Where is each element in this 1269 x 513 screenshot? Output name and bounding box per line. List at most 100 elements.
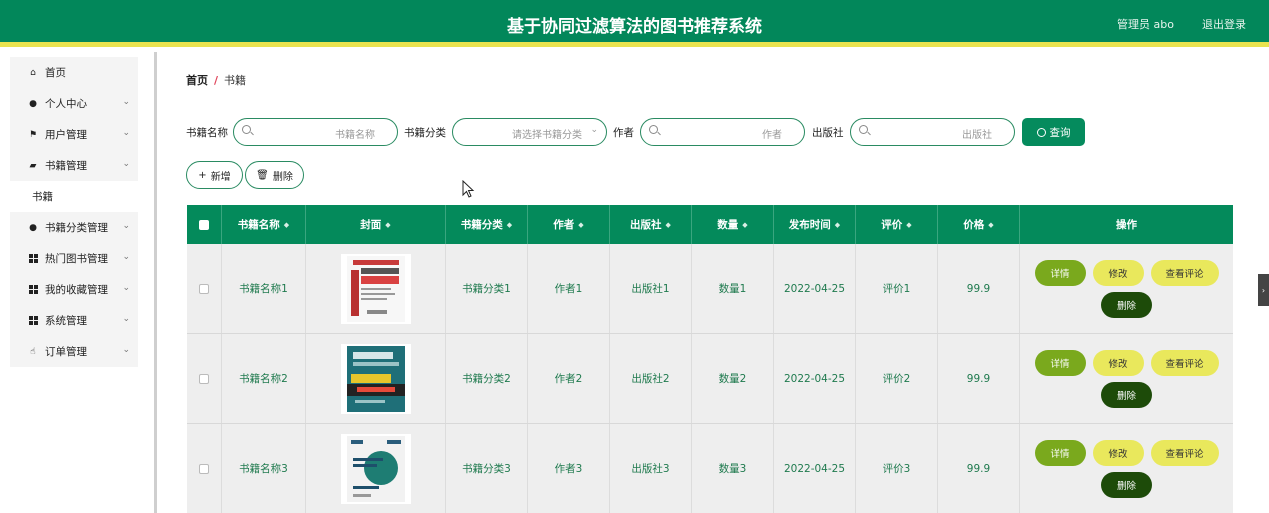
cell-publisher: 出版社1: [610, 244, 692, 333]
sidebar-item-label: 用户管理: [45, 129, 87, 141]
edit-label: 修改: [1108, 448, 1128, 460]
edit-button[interactable]: 修改: [1092, 439, 1144, 466]
cell-name: 书籍名称2: [222, 334, 306, 423]
cell-category: 书籍分类1: [446, 244, 528, 333]
cell-ops: 详情 修改 查看评论 删除: [1020, 424, 1233, 513]
header-price[interactable]: 价格 ◆: [938, 205, 1020, 244]
book-cover-art: [346, 255, 405, 322]
sidebar-subitem-books[interactable]: 书籍: [10, 181, 138, 212]
header-cover[interactable]: 封面 ◆: [306, 205, 446, 244]
cell-publisher: 出版社3: [610, 424, 692, 513]
author-placeholder: 作者: [762, 130, 782, 141]
sidebar-item-label: 书籍管理: [45, 160, 87, 172]
publisher-placeholder: 出版社: [962, 130, 992, 141]
book-cover-image: [340, 433, 411, 504]
sidebar-item-users[interactable]: ⚑ 用户管理 ⌄: [10, 119, 138, 150]
breadcrumb-current: 书籍: [224, 74, 247, 87]
sidebar-item-label: 首页: [45, 67, 66, 79]
book-cover-image: [340, 253, 411, 324]
row-checkbox[interactable]: [199, 373, 209, 384]
table-header: 书籍名称 ◆ 封面 ◆ 书籍分类 ◆ 作者 ◆ 出版社 ◆ 数量 ◆ 发布时间 ◆ 评价 ◆ 价…: [187, 205, 1233, 244]
cell-name: 书籍名称3: [222, 424, 306, 513]
sidebar-item-profile[interactable]: ● 个人中心 ⌄: [10, 88, 138, 119]
sidebar-item-books[interactable]: ▰ 书籍管理 ⌄: [10, 150, 138, 181]
sidebar-item-label: 个人中心: [45, 98, 87, 110]
category-select[interactable]: 请选择书籍分类 ⌄: [452, 118, 607, 146]
name-label: 书籍名称: [186, 127, 228, 139]
cell-date: 2022-04-25: [774, 334, 856, 423]
header-review[interactable]: 评价 ◆: [856, 205, 938, 244]
header-date[interactable]: 发布时间 ◆: [774, 205, 856, 244]
chevron-down-icon: ⌄: [122, 221, 130, 231]
breadcrumb-home[interactable]: 首页: [186, 74, 208, 87]
cell-price: 99.9: [938, 424, 1020, 513]
header-publisher[interactable]: 出版社 ◆: [610, 205, 692, 244]
detail-button[interactable]: 详情: [1034, 439, 1086, 466]
chevron-down-icon: ⌄: [122, 128, 130, 138]
cell-price: 99.9: [938, 244, 1020, 333]
delete-button[interactable]: 删除: [1101, 291, 1152, 318]
header-category[interactable]: 书籍分类 ◆: [446, 205, 528, 244]
trash-icon: 🗑: [256, 169, 269, 181]
view-reviews-button[interactable]: 查看评论: [1150, 349, 1219, 376]
view-reviews-button[interactable]: 查看评论: [1150, 439, 1219, 466]
delete-button[interactable]: 删除: [1101, 381, 1152, 408]
name-placeholder: 书籍名称: [335, 130, 375, 141]
review-label: 查看评论: [1165, 448, 1204, 460]
sidebar-item-home[interactable]: ⌂ 首页: [10, 57, 138, 88]
header-label: 数量: [717, 219, 739, 231]
sidebar-item-favorites[interactable]: 我的收藏管理 ⌄: [10, 274, 138, 305]
edit-button[interactable]: 修改: [1092, 259, 1144, 286]
add-button[interactable]: + 新增: [186, 161, 243, 189]
view-reviews-button[interactable]: 查看评论: [1150, 259, 1219, 286]
detail-button[interactable]: 详情: [1034, 349, 1086, 376]
top-bar: 基于协同过滤算法的图书推荐系统 管理员 abo 退出登录: [0, 0, 1269, 47]
logout-link[interactable]: 退出登录: [1202, 16, 1246, 32]
header-author[interactable]: 作者 ◆: [528, 205, 610, 244]
category-label: 书籍分类: [404, 127, 446, 139]
search-icon: [1036, 127, 1046, 137]
sidebar-item-system[interactable]: 系统管理 ⌄: [10, 305, 138, 336]
row-checkbox[interactable]: [199, 283, 209, 294]
cell-review: 评价3: [856, 424, 938, 513]
name-search-input[interactable]: 书籍名称: [233, 118, 398, 146]
sidebar-item-hot-books[interactable]: 热门图书管理 ⌄: [10, 243, 138, 274]
table-row: 书籍名称2 书籍分类2 作者2 出版社2 数量2 2022-04-25 评价2 …: [187, 334, 1233, 424]
author-search-input[interactable]: 作者: [640, 118, 805, 146]
home-icon: ⌂: [30, 67, 36, 78]
book-cover-art: [346, 435, 405, 502]
person-icon: ●: [29, 222, 37, 233]
breadcrumb: 首页 / 书籍: [186, 72, 246, 88]
publisher-label: 出版社: [812, 127, 844, 139]
sidebar-item-orders[interactable]: ☝ 订单管理 ⌄: [10, 336, 138, 367]
publisher-search-input[interactable]: 出版社: [850, 118, 1015, 146]
select-all-checkbox[interactable]: [199, 219, 209, 230]
delete-button[interactable]: 删除: [1101, 471, 1152, 498]
header-label: 封面: [360, 219, 382, 231]
query-button[interactable]: 查询: [1022, 118, 1085, 146]
header-count[interactable]: 数量 ◆: [692, 205, 774, 244]
cell-count: 数量3: [692, 424, 774, 513]
side-scroll-handle[interactable]: ›: [1258, 274, 1269, 306]
cell-author: 作者2: [528, 334, 610, 423]
search-bar: 书籍名称 书籍名称 书籍分类 请选择书籍分类 ⌄ 作者 作者 出版社 出版社 查…: [186, 118, 1266, 146]
row-select-cell: [187, 334, 222, 423]
header-name[interactable]: 书籍名称 ◆: [222, 205, 306, 244]
row-checkbox[interactable]: [199, 463, 209, 474]
header-label: 评价: [881, 219, 903, 231]
sort-icon: ◆: [988, 220, 994, 229]
grid-icon: [28, 285, 38, 295]
chevron-down-icon: ⌄: [122, 345, 130, 355]
sidebar-item-book-category[interactable]: ● 书籍分类管理 ⌄: [10, 212, 138, 243]
person-icon: ●: [29, 98, 37, 109]
header-ops: 操作: [1020, 205, 1233, 244]
batch-delete-button[interactable]: 🗑 删除: [245, 161, 304, 189]
detail-button[interactable]: 详情: [1034, 259, 1086, 286]
book-cover-art: [346, 345, 405, 412]
cell-ops: 详情 修改 查看评论 删除: [1020, 244, 1233, 333]
edit-button[interactable]: 修改: [1092, 349, 1144, 376]
cell-category: 书籍分类2: [446, 334, 528, 423]
books-table: 书籍名称 ◆ 封面 ◆ 书籍分类 ◆ 作者 ◆ 出版社 ◆ 数量 ◆ 发布时间 ◆ 评价 ◆ 价…: [187, 205, 1233, 513]
cell-author: 作者1: [528, 244, 610, 333]
book-cover-image: [340, 343, 411, 414]
